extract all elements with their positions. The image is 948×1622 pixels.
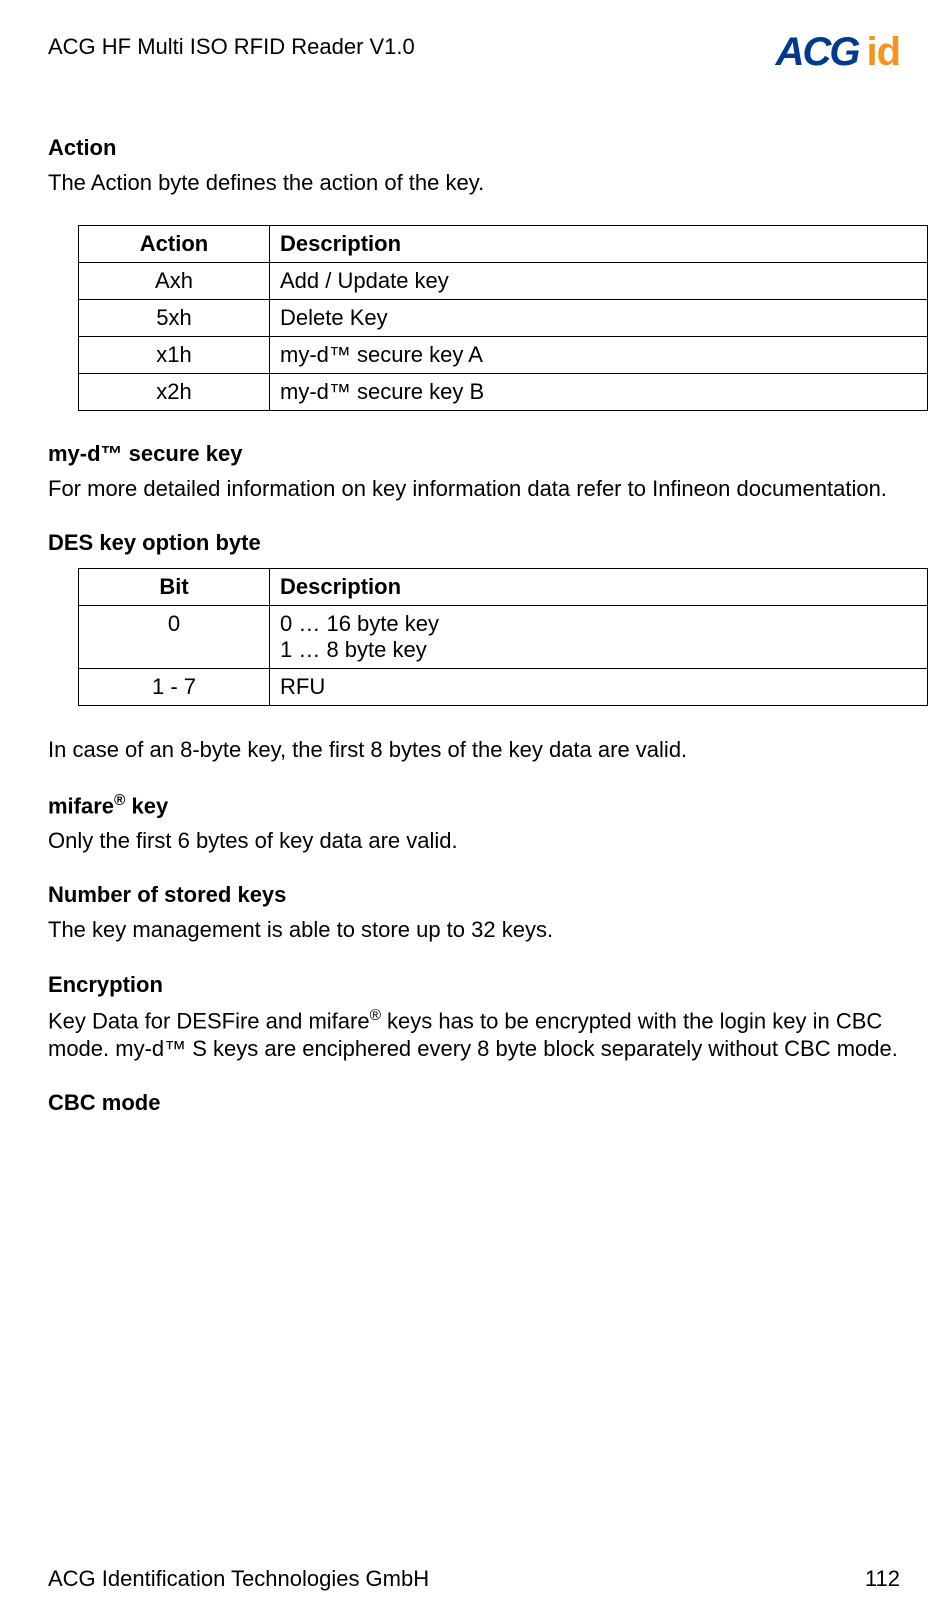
mifare-heading: mifare® key — [48, 792, 900, 819]
table-cell: 0 … 16 byte key 1 … 8 byte key — [270, 606, 928, 669]
table-row: 5xh Delete Key — [79, 299, 928, 336]
doc-title: ACG HF Multi ISO RFID Reader V1.0 — [48, 30, 415, 60]
table-cell: 0 — [79, 606, 270, 669]
footer-company: ACG Identification Technologies GmbH — [48, 1566, 429, 1592]
table-header-row: Bit Description — [79, 569, 928, 606]
footer-page-number: 112 — [865, 1566, 900, 1592]
des-heading: DES key option byte — [48, 530, 900, 556]
table-row: Axh Add / Update key — [79, 262, 928, 299]
registered-sup: ® — [114, 792, 125, 809]
registered-sup: ® — [370, 1007, 381, 1024]
table-row: 1 - 7 RFU — [79, 669, 928, 706]
mifare-heading-pre: mifare — [48, 793, 114, 818]
page-header: ACG HF Multi ISO RFID Reader V1.0 ACG id — [48, 30, 900, 75]
table-header-cell: Description — [270, 569, 928, 606]
cbc-heading: CBC mode — [48, 1090, 900, 1116]
table-cell: 5xh — [79, 299, 270, 336]
table-header-cell: Bit — [79, 569, 270, 606]
des-after-paragraph: In case of an 8-byte key, the first 8 by… — [48, 736, 900, 764]
des-table: Bit Description 0 0 … 16 byte key 1 … 8 … — [78, 568, 928, 706]
action-paragraph: The Action byte defines the action of th… — [48, 169, 900, 197]
num-heading: Number of stored keys — [48, 882, 900, 908]
enc-text-1: Key Data for DESFire and mifare — [48, 1008, 370, 1033]
table-cell: Delete Key — [270, 299, 928, 336]
action-table: Action Description Axh Add / Update key … — [78, 225, 928, 411]
logo-text-acg: ACG — [776, 30, 859, 75]
logo: ACG id — [776, 30, 900, 75]
table-cell: my-d™ secure key A — [270, 336, 928, 373]
table-row: x2h my-d™ secure key B — [79, 373, 928, 410]
encryption-heading: Encryption — [48, 972, 900, 998]
page: ACG HF Multi ISO RFID Reader V1.0 ACG id… — [0, 0, 948, 1622]
encryption-paragraph: Key Data for DESFire and mifare® keys ha… — [48, 1006, 900, 1062]
table-header-cell: Description — [270, 225, 928, 262]
mifare-paragraph: Only the first 6 bytes of key data are v… — [48, 827, 900, 855]
num-paragraph: The key management is able to store up t… — [48, 916, 900, 944]
myd-heading: my-d™ secure key — [48, 441, 900, 467]
mifare-heading-post: key — [125, 793, 168, 818]
action-heading: Action — [48, 135, 900, 161]
table-header-cell: Action — [79, 225, 270, 262]
table-cell: x1h — [79, 336, 270, 373]
table-row: 0 0 … 16 byte key 1 … 8 byte key — [79, 606, 928, 669]
table-cell: x2h — [79, 373, 270, 410]
table-cell: RFU — [270, 669, 928, 706]
table-header-row: Action Description — [79, 225, 928, 262]
table-cell: Axh — [79, 262, 270, 299]
page-footer: ACG Identification Technologies GmbH 112 — [48, 1566, 900, 1592]
myd-paragraph: For more detailed information on key inf… — [48, 475, 900, 503]
table-row: x1h my-d™ secure key A — [79, 336, 928, 373]
table-cell: Add / Update key — [270, 262, 928, 299]
table-cell: my-d™ secure key B — [270, 373, 928, 410]
logo-text-id: id — [866, 30, 900, 75]
table-cell: 1 - 7 — [79, 669, 270, 706]
